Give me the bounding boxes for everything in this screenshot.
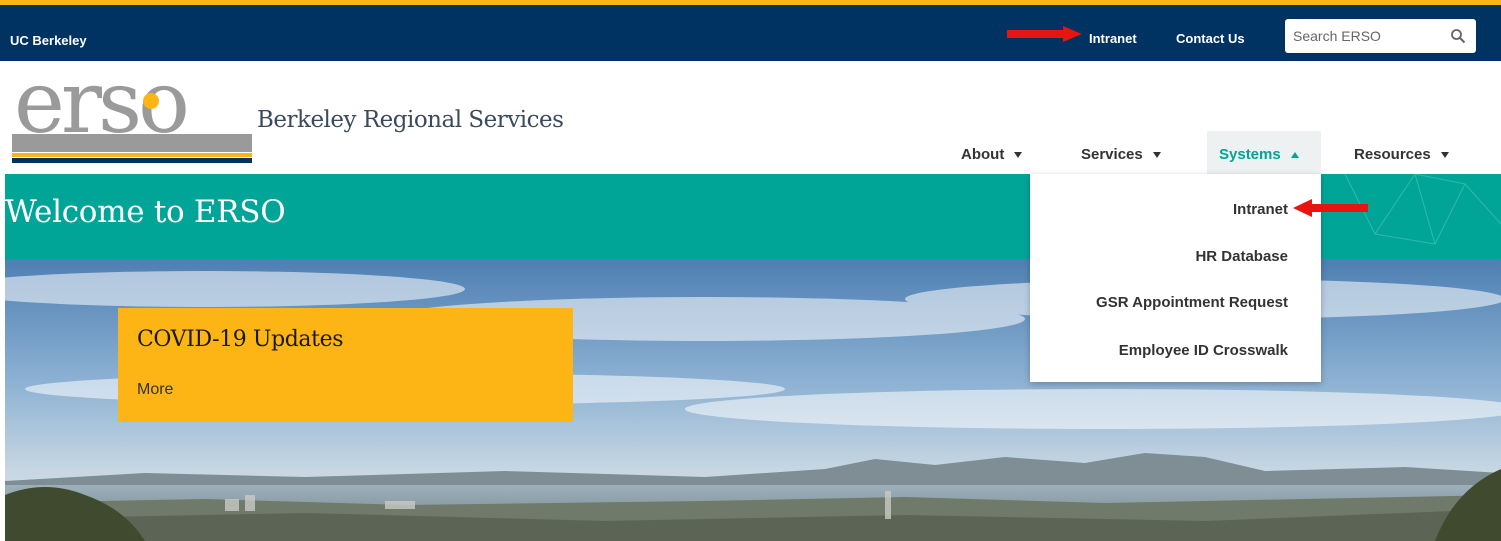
red-arrow-annotation (1007, 26, 1082, 42)
top-bar: UC Berkeley Intranet Contact Us (0, 0, 1501, 61)
site-title: Berkeley Regional Services (257, 107, 564, 133)
intranet-link[interactable]: Intranet (1089, 31, 1137, 46)
nav-systems-label: Systems (1219, 146, 1281, 163)
nav-about-label: About (961, 146, 1005, 163)
covid-more-link[interactable]: More (137, 381, 173, 399)
search-input[interactable] (1293, 26, 1443, 46)
covid-updates-card: COVID-19 Updates More (118, 308, 573, 422)
nav-resources[interactable]: Resources (1354, 146, 1449, 163)
nav-about[interactable]: About (961, 146, 1023, 163)
caret-up-icon (1290, 152, 1299, 159)
nav-services-label: Services (1081, 146, 1143, 163)
red-arrow-annotation (1293, 199, 1368, 217)
uc-berkeley-link[interactable]: UC Berkeley (10, 33, 87, 48)
welcome-heading: Welcome to ERSO (5, 194, 286, 230)
nav-resources-label: Resources (1354, 146, 1431, 163)
covid-updates-title[interactable]: COVID-19 Updates (137, 327, 344, 352)
contact-us-link[interactable]: Contact Us (1176, 31, 1245, 46)
caret-down-icon (1440, 152, 1449, 159)
erso-logo[interactable]: erso (12, 68, 252, 168)
caret-down-icon (1152, 152, 1161, 159)
systems-dropdown-menu: Intranet HR Database GSR Appointment Req… (1030, 174, 1321, 382)
search-icon[interactable] (1450, 28, 1466, 44)
dropdown-item-hr-database[interactable]: HR Database (1195, 248, 1288, 265)
dropdown-item-intranet[interactable]: Intranet (1233, 201, 1288, 218)
dropdown-item-gsr-appointment-request[interactable]: GSR Appointment Request (1096, 294, 1288, 311)
nav-services[interactable]: Services (1081, 146, 1161, 163)
dropdown-item-employee-id-crosswalk[interactable]: Employee ID Crosswalk (1119, 342, 1288, 359)
nav-systems[interactable]: Systems (1219, 146, 1299, 163)
search-box (1285, 19, 1476, 53)
caret-down-icon (1014, 152, 1023, 159)
